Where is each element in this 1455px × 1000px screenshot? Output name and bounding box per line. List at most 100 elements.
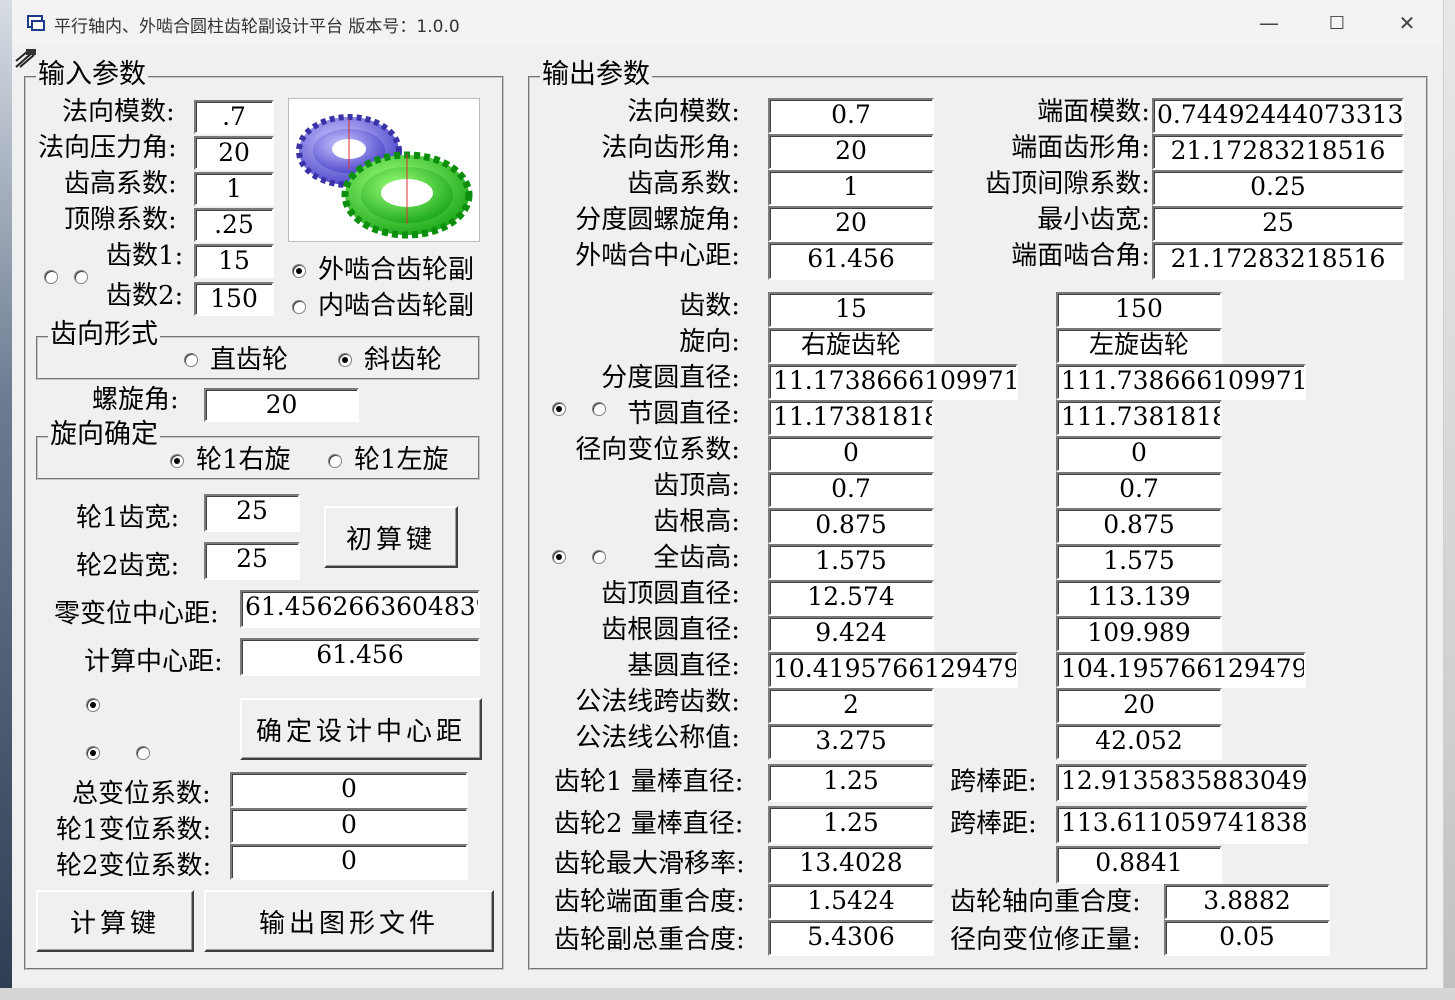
radial-shift-corr-value: 0.05 — [1164, 920, 1330, 956]
pitch-diameter-radio-a[interactable] — [552, 402, 566, 416]
resize-grip-icon — [15, 49, 36, 68]
spur-label: 直齿轮 — [210, 345, 289, 375]
total-shift-label: 总变位系数: — [72, 779, 211, 809]
gear2-value: 113.139 — [1056, 580, 1222, 616]
initial-calc-button[interactable]: 初算键 — [324, 506, 458, 568]
max-slip-label: 齿轮最大滑移率: — [554, 849, 745, 879]
gear2-value: 20 — [1056, 688, 1222, 724]
gear1-value: 2 — [768, 688, 934, 724]
axial-contact-label: 齿轮轴向重合度: — [950, 887, 1141, 917]
normal-module-input[interactable]: .7 — [194, 100, 274, 134]
gear2-value: 150 — [1056, 292, 1222, 328]
center-option-radio-a[interactable] — [86, 698, 100, 712]
total-contact-label: 齿轮副总重合度: — [554, 925, 745, 955]
gear-row-label: 齿顶圆直径: — [601, 579, 740, 609]
left-hand-label: 轮1左旋 — [354, 445, 449, 475]
calc-center-input[interactable]: 61.456 — [240, 638, 480, 676]
window-title: 平行轴内、外啮合圆柱齿轮副设计平台 版本号：1.0.0 — [54, 17, 460, 37]
out-addendum-coef-label: 齿高系数: — [627, 169, 740, 199]
gear1-value: 0.7 — [768, 472, 934, 508]
right-hand-radio[interactable] — [170, 454, 184, 468]
addendum-coef-input[interactable]: 1 — [194, 172, 274, 206]
shift2-label: 轮2变位系数: — [56, 851, 212, 881]
max-slip1-value: 13.4028 — [768, 846, 934, 884]
whole-depth-radio-b[interactable] — [592, 550, 606, 564]
left-hand-radio[interactable] — [328, 454, 342, 468]
confirm-center-button[interactable]: 确定设计中心距 — [240, 698, 482, 760]
gear2-value: 左旋齿轮 — [1056, 328, 1222, 364]
teeth1-label: 齿数1: — [106, 241, 184, 271]
gear-row-label: 齿根高: — [653, 507, 740, 537]
out-tip-clearance-value: 0.25 — [1152, 170, 1404, 206]
teeth2-input[interactable]: 150 — [194, 282, 274, 316]
center-option-radio-b[interactable] — [86, 746, 100, 760]
out-transverse-mesh-label: 端面啮合角: — [1011, 241, 1150, 271]
gear2-value: 42.052 — [1056, 724, 1222, 760]
helical-label: 斜齿轮 — [364, 345, 443, 375]
width2-input[interactable]: 25 — [204, 542, 300, 580]
zero-shift-center-label: 零变位中心距: — [54, 599, 219, 629]
export-graphics-button[interactable]: 输出图形文件 — [204, 890, 494, 952]
gear1-value: 12.574 — [768, 580, 934, 616]
shift1-label: 轮1变位系数: — [56, 815, 212, 845]
clearance-coef-label: 顶隙系数: — [64, 205, 177, 235]
gear1-value: 11.1738666109971 — [768, 364, 1018, 400]
out-min-width-value: 25 — [1152, 206, 1404, 242]
transverse-contact-value: 1.5424 — [768, 884, 934, 920]
zero-shift-center-input[interactable]: 61.4562663604839 — [240, 590, 480, 628]
gear1-value: 3.275 — [768, 724, 934, 760]
helix-angle-input[interactable]: 20 — [204, 388, 359, 422]
out-helix-value: 20 — [768, 206, 934, 242]
gear2-value: 0.7 — [1056, 472, 1222, 508]
gear1-value: 0 — [768, 436, 934, 472]
maximize-button[interactable]: ☐ — [1302, 0, 1372, 46]
helix-angle-label: 螺旋角: — [92, 385, 179, 415]
center-option-radio-c[interactable] — [136, 746, 150, 760]
pressure-angle-input[interactable]: 20 — [194, 136, 274, 170]
total-shift-input[interactable]: 0 — [230, 772, 468, 808]
gear2-value: 0.875 — [1056, 508, 1222, 544]
shift1-input[interactable]: 0 — [230, 808, 468, 844]
spur-radio[interactable] — [184, 353, 198, 367]
title-bar: 平行轴内、外啮合圆柱齿轮副设计平台 版本号：1.0.0 — ☐ ✕ — [12, 0, 1443, 46]
out-normal-profile-value: 20 — [768, 134, 934, 170]
internal-mesh-radio[interactable] — [292, 300, 306, 314]
external-mesh-label: 外啮合齿轮副 — [318, 255, 475, 285]
out-transverse-mesh-value: 21.17283218516 — [1152, 242, 1404, 280]
desktop-right-edge — [1444, 0, 1455, 1000]
out-normal-profile-label: 法向齿形角: — [601, 133, 740, 163]
clearance-coef-input[interactable]: .25 — [194, 208, 274, 242]
unlabeled-radio-b[interactable] — [74, 270, 88, 284]
unlabeled-radio-a[interactable] — [44, 270, 58, 284]
pitch-diameter-radio-b[interactable] — [592, 402, 606, 416]
app-window: 平行轴内、外啮合圆柱齿轮副设计平台 版本号：1.0.0 — ☐ ✕ 输入参数 法… — [12, 0, 1444, 988]
shift2-input[interactable]: 0 — [230, 844, 468, 880]
whole-depth-radio-a[interactable] — [552, 550, 566, 564]
gear2-value: 111.738666109971 — [1056, 364, 1306, 400]
teeth2-label: 齿数2: — [106, 281, 184, 311]
out-helix-label: 分度圆螺旋角: — [575, 205, 740, 235]
helical-radio[interactable] — [338, 353, 352, 367]
gear-pair-image — [288, 98, 480, 242]
calc-button[interactable]: 计算键 — [36, 890, 194, 952]
minimize-button[interactable]: — — [1234, 0, 1304, 46]
hand-legend: 旋向确定 — [48, 419, 160, 450]
close-button[interactable]: ✕ — [1372, 0, 1442, 46]
total-contact-value: 5.4306 — [768, 920, 934, 956]
gear2-value: 104.195766129479 — [1056, 652, 1306, 688]
out-ext-center-label: 外啮合中心距: — [575, 241, 740, 271]
input-legend: 输入参数 — [36, 59, 148, 90]
teeth1-input[interactable]: 15 — [194, 244, 274, 278]
calc-center-label: 计算中心距: — [84, 647, 223, 677]
width1-label: 轮1齿宽: — [76, 503, 180, 533]
external-mesh-radio[interactable] — [292, 264, 306, 278]
gear-row-label: 齿根圆直径: — [601, 615, 740, 645]
out-transverse-module-value: 0.744924440733138 — [1152, 98, 1404, 134]
desktop-bottom-edge — [0, 988, 1455, 1000]
normal-module-label: 法向模数: — [62, 97, 175, 127]
width1-input[interactable]: 25 — [204, 494, 300, 532]
width2-label: 轮2齿宽: — [76, 551, 180, 581]
out-tip-clearance-label: 齿顶间隙系数: — [985, 169, 1150, 199]
radial-shift-corr-label: 径向变位修正量: — [950, 925, 1141, 955]
desktop-left-edge — [0, 0, 12, 1000]
